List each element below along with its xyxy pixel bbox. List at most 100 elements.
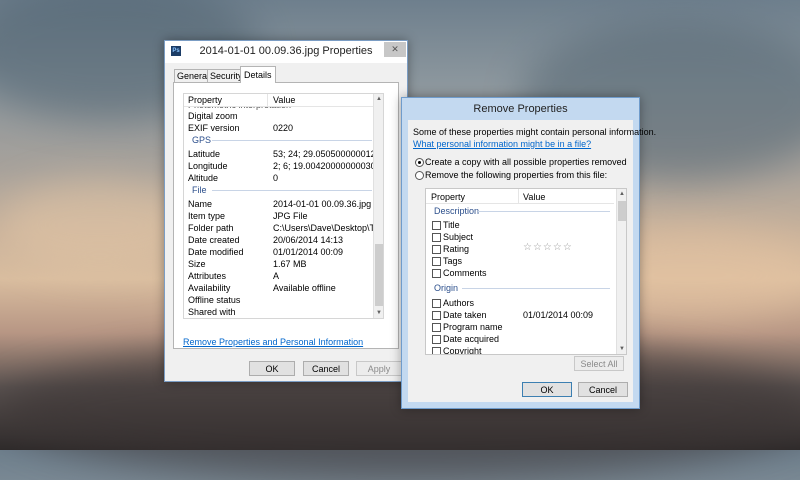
properties-window-title: 2014-01-01 00.09.36.jpg Properties [199, 45, 373, 57]
property-name: Latitude [188, 149, 221, 159]
column-header-property[interactable]: Property [431, 192, 465, 202]
scroll-up-arrow-icon[interactable]: ▲ [374, 94, 383, 104]
property-name: Offline status [188, 295, 241, 305]
property-value: A [273, 271, 280, 281]
properties-title-bar[interactable]: Ps 2014-01-01 00.09.36.jpg Properties ✕ [165, 41, 407, 63]
list-item[interactable]: Date acquired [443, 333, 499, 345]
table-row[interactable]: Date created 20/06/2014 14:13 [188, 234, 373, 246]
table-row[interactable]: Folder path C:\Users\Dave\Desktop\T... [188, 222, 382, 234]
scrollbar-thumb[interactable] [618, 201, 626, 221]
authors-checkbox[interactable] [432, 299, 441, 308]
property-name: EXIF version [188, 123, 240, 133]
table-row[interactable]: Shared with [188, 306, 373, 318]
table-row[interactable]: Digital zoom [188, 110, 373, 122]
scroll-down-arrow-icon[interactable]: ▼ [374, 308, 383, 318]
list-item[interactable]: Tags [443, 255, 462, 267]
rating-checkbox[interactable] [432, 245, 441, 254]
property-name: Folder path [188, 223, 234, 233]
program-name-checkbox[interactable] [432, 323, 441, 332]
comments-checkbox[interactable] [432, 269, 441, 278]
list-item[interactable]: Rating [443, 243, 469, 255]
table-row[interactable]: Offline status [188, 294, 373, 306]
property-value: 2; 6; 19.004200000000306 [273, 161, 381, 171]
tab-label: Security [210, 71, 243, 81]
group-header-description: Description [434, 206, 480, 216]
list-item[interactable]: Date taken [443, 309, 487, 321]
group-header-origin: Origin [434, 283, 459, 293]
list-item[interactable]: Subject [443, 231, 473, 243]
info-text: Some of these properties might contain p… [413, 127, 657, 137]
copyright-checkbox[interactable] [432, 347, 441, 354]
property-value: C:\Users\Dave\Desktop\T... [273, 223, 382, 233]
property-value: JPG File [273, 211, 308, 221]
table-row[interactable]: Item type JPG File [188, 210, 373, 222]
group-divider [478, 211, 610, 212]
personal-info-help-link[interactable]: What personal information might be in a … [413, 139, 591, 149]
remove-option-radio[interactable] [415, 171, 424, 180]
property-name: Attributes [188, 271, 227, 281]
group-header-gps: GPS [192, 135, 212, 145]
property-name: Item type [188, 211, 226, 221]
close-button[interactable]: ✕ [384, 42, 406, 57]
scrollbar-thumb[interactable] [375, 244, 383, 306]
scroll-up-arrow-icon[interactable]: ▲ [617, 189, 626, 199]
property-value: 53; 24; 29.0505000000121... [273, 149, 384, 159]
table-row[interactable]: Date modified 01/01/2014 00:09 [188, 246, 373, 258]
remove-title-bar[interactable]: Remove Properties [402, 98, 639, 120]
column-header-property[interactable]: Property [188, 95, 222, 105]
table-row[interactable]: Longitude 2; 6; 19.004200000000306 [188, 160, 381, 172]
details-list: Property Value Photometric interpretatio… [183, 93, 384, 319]
date-acquired-checkbox[interactable] [432, 335, 441, 344]
title-checkbox[interactable] [432, 221, 441, 230]
property-value: 01/01/2014 00:09 [273, 247, 344, 257]
tags-checkbox[interactable] [432, 257, 441, 266]
copy-option-radio[interactable] [415, 158, 424, 167]
remove-properties-link[interactable]: Remove Properties and Personal Informati… [183, 337, 363, 347]
details-scrollbar[interactable]: ▲ ▼ [373, 94, 383, 318]
subject-checkbox[interactable] [432, 233, 441, 242]
property-value: 0 [273, 173, 279, 183]
group-header-file: File [192, 185, 207, 195]
group-divider [212, 190, 372, 191]
property-name: Shared with [188, 307, 236, 317]
select-all-button[interactable]: Select All [574, 356, 624, 371]
list-item[interactable]: Authors [443, 297, 474, 309]
close-icon: ✕ [391, 44, 399, 54]
copy-option-label[interactable]: Create a copy with all possible properti… [425, 157, 627, 167]
property-name: Altitude [188, 173, 219, 183]
column-header-value[interactable]: Value [523, 192, 545, 202]
date-taken-checkbox[interactable] [432, 311, 441, 320]
list-item[interactable]: Title [443, 219, 460, 231]
table-row[interactable]: Attributes A [188, 270, 373, 282]
property-name: Date modified [188, 247, 244, 257]
properties-dialog: Ps 2014-01-01 00.09.36.jpg Properties ✕ … [164, 40, 408, 382]
list-item[interactable]: Program name [443, 321, 503, 333]
apply-button[interactable]: Apply [356, 361, 402, 376]
table-row[interactable]: Name 2014-01-01 00.09.36.jpg [188, 198, 373, 210]
ok-button[interactable]: OK [522, 382, 572, 397]
cancel-button[interactable]: Cancel [578, 382, 628, 397]
list-item[interactable]: Copyright [443, 345, 482, 354]
ok-button[interactable]: OK [249, 361, 295, 376]
scroll-down-arrow-icon[interactable]: ▼ [617, 344, 626, 354]
column-header-divider [518, 189, 519, 203]
table-row[interactable]: Latitude 53; 24; 29.0505000000121... [188, 148, 383, 160]
remove-list-scrollbar[interactable]: ▲ ▼ [616, 189, 626, 354]
table-row[interactable]: Altitude 0 [188, 172, 373, 184]
details-list-header: Property Value [184, 94, 383, 107]
property-name: Date created [188, 235, 240, 245]
remove-property-list: Property Value Description Title Subject… [425, 188, 627, 355]
remove-properties-dialog: Remove Properties Some of these properti… [401, 97, 656, 409]
table-row[interactable]: Size 1.67 MB [188, 258, 373, 270]
table-row[interactable]: Availability Available offline [188, 282, 373, 294]
property-value: 20/06/2014 14:13 [273, 235, 344, 245]
cancel-button[interactable]: Cancel [303, 361, 349, 376]
list-item[interactable]: Comments [443, 267, 487, 279]
column-header-value[interactable]: Value [273, 95, 295, 105]
group-divider [462, 288, 610, 289]
date-taken-value: 01/01/2014 00:09 [523, 310, 594, 320]
remove-option-label[interactable]: Remove the following properties from thi… [425, 170, 607, 180]
tab-details[interactable]: Details [240, 66, 276, 83]
table-row[interactable]: EXIF version 0220 [188, 122, 373, 134]
remove-window-title: Remove Properties [473, 103, 568, 115]
